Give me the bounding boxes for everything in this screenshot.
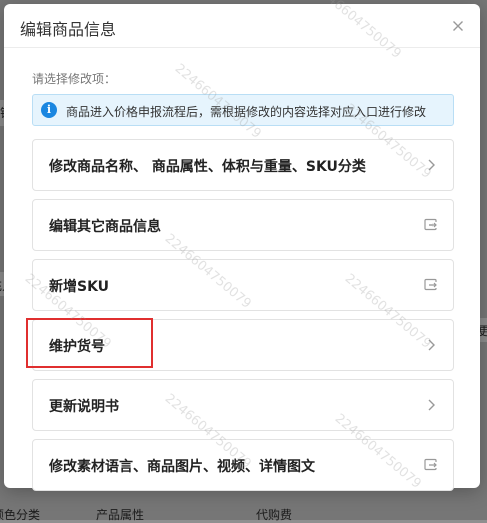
alert-text: 商品进入价格申报流程后，需根据修改的内容选择对应入口进行修改 [66, 105, 427, 119]
chevron-right-icon [423, 337, 439, 353]
chevron-right-icon [423, 157, 439, 173]
dialog-title: 编辑商品信息 [20, 20, 117, 39]
option-label: 新增SKU [49, 279, 110, 295]
dialog-header: 编辑商品信息 [4, 4, 480, 48]
external-link-icon [423, 457, 439, 473]
option-modify-name-attributes[interactable]: 修改商品名称、 商品属性、体积与重量、SKU分类 [32, 139, 454, 191]
option-add-sku[interactable]: 新增SKU [32, 259, 454, 311]
info-icon: i [41, 102, 57, 118]
close-button[interactable] [446, 14, 470, 38]
highlight-box [26, 318, 153, 368]
external-link-icon [423, 277, 439, 293]
edit-product-dialog: 编辑商品信息 请选择修改项： i 商品进入价格申报流程后，需根据修改的内容选择对… [4, 0, 480, 492]
option-label: 修改商品名称、 商品属性、体积与重量、SKU分类 [49, 159, 366, 175]
option-update-manual[interactable]: 更新说明书 [32, 379, 454, 431]
option-label: 编辑其它商品信息 [49, 219, 161, 235]
close-icon [453, 21, 463, 31]
option-label: 更新说明书 [49, 399, 119, 415]
chevron-right-icon [423, 397, 439, 413]
select-prompt: 请选择修改项： [32, 72, 117, 86]
option-label: 修改素材语言、商品图片、视频、详情图文 [49, 459, 315, 475]
info-alert: i 商品进入价格申报流程后，需根据修改的内容选择对应入口进行修改 [32, 94, 454, 126]
option-edit-other-info[interactable]: 编辑其它商品信息 [32, 199, 454, 251]
external-link-icon [423, 217, 439, 233]
option-modify-media[interactable]: 修改素材语言、商品图片、视频、详情图文 [32, 439, 454, 491]
